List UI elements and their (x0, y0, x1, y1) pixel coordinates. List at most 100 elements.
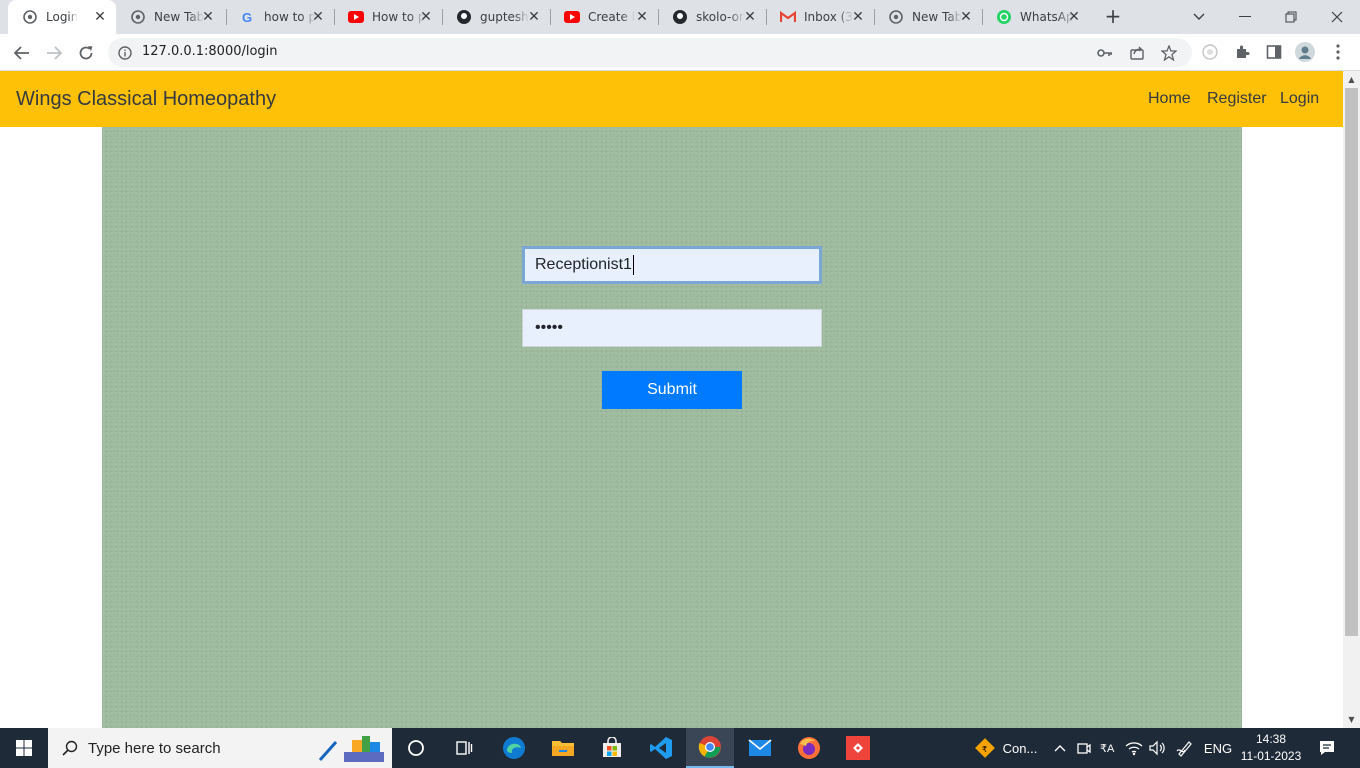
scroll-up-arrow-icon[interactable]: ▲ (1343, 71, 1360, 88)
tab-search-chevron-icon[interactable] (1176, 0, 1222, 34)
vscode-icon[interactable] (637, 728, 685, 768)
tab-new-tab-2[interactable]: New Tab ✕ (874, 0, 982, 34)
close-window-button[interactable] (1314, 0, 1360, 34)
close-icon[interactable]: ✕ (742, 9, 758, 25)
submit-button[interactable]: Submit (602, 371, 742, 409)
firefox-icon[interactable] (785, 728, 833, 768)
github-icon (672, 9, 688, 25)
tray-chevron-up-icon[interactable] (1050, 728, 1070, 768)
nav-login-link[interactable]: Login (1280, 90, 1319, 108)
share-icon[interactable] (1128, 44, 1146, 62)
notifications-icon[interactable] (1310, 728, 1344, 768)
bookmark-star-icon[interactable] (1160, 44, 1178, 62)
taskbar-search-box[interactable]: Type here to search (48, 728, 392, 768)
extensions-puzzle-icon[interactable] (1232, 42, 1252, 62)
file-explorer-icon[interactable] (539, 728, 587, 768)
edge-browser-icon[interactable] (490, 728, 538, 768)
youtube-icon (564, 9, 580, 25)
tab-github-2[interactable]: skolo-or ✕ (658, 0, 766, 34)
tab-title: New Tab (154, 10, 205, 24)
wifi-icon[interactable] (1123, 728, 1145, 768)
tab-github-1[interactable]: guptesh ✕ (442, 0, 550, 34)
url-text[interactable]: 127.0.0.1:8000/login (142, 44, 278, 59)
mail-icon[interactable] (736, 728, 784, 768)
clock-date: 11-01-2023 (1240, 749, 1302, 763)
tab-title: New Tab (912, 10, 963, 24)
nav-register-link[interactable]: Register (1207, 90, 1267, 108)
restore-button[interactable] (1268, 0, 1314, 34)
close-icon[interactable]: ✕ (526, 9, 542, 25)
youtube-icon (348, 9, 364, 25)
password-dots: ••••• (535, 319, 564, 336)
system-clock[interactable]: 14:38 11-01-2023 (1236, 731, 1306, 765)
back-arrow-icon[interactable] (9, 40, 35, 66)
site-brand[interactable]: Wings Classical Homeopathy (16, 88, 276, 111)
google-icon: G (240, 9, 256, 25)
forward-arrow-icon[interactable] (41, 40, 67, 66)
page-viewport: Wings Classical Homeopathy Home Register… (0, 71, 1343, 728)
browser-tab-strip: Login ✕ New Tab ✕ G how to p ✕ How to p … (0, 0, 1360, 34)
new-tab-button[interactable]: + (1102, 6, 1124, 28)
anydesk-icon[interactable] (834, 728, 882, 768)
key-icon[interactable] (1096, 44, 1114, 62)
close-icon[interactable]: ✕ (850, 9, 866, 25)
tab-title: Login (46, 10, 79, 24)
svg-text:G: G (242, 10, 252, 24)
tab-login[interactable]: Login ✕ (8, 0, 116, 34)
menu-kebab-icon[interactable] (1328, 42, 1348, 62)
password-input[interactable]: ••••• (522, 309, 822, 347)
github-icon (456, 9, 472, 25)
tab-youtube-2[interactable]: Create l ✕ (550, 0, 658, 34)
cortana-circle-icon[interactable] (392, 728, 440, 768)
reload-icon[interactable] (73, 40, 99, 66)
pen-workspace-icon[interactable] (1173, 728, 1197, 768)
tab-whatsapp[interactable]: WhatsAp ✕ (982, 0, 1090, 34)
tab-gmail[interactable]: Inbox (3 ✕ (766, 0, 874, 34)
text-caret (632, 255, 634, 275)
minimize-button[interactable] (1222, 0, 1268, 34)
close-icon[interactable]: ✕ (1066, 9, 1082, 25)
close-icon[interactable]: ✕ (418, 9, 434, 25)
tab-google-search[interactable]: G how to p ✕ (226, 0, 334, 34)
microsoft-store-icon[interactable] (588, 728, 636, 768)
chrome-icon (130, 9, 146, 25)
tab-title: Create l (588, 10, 636, 24)
search-icon (62, 740, 78, 756)
close-icon[interactable]: ✕ (634, 9, 650, 25)
windows-start-icon[interactable] (0, 728, 48, 768)
tab-new-tab[interactable]: New Tab ✕ (116, 0, 224, 34)
chrome-page-icon (22, 9, 38, 25)
search-placeholder: Type here to search (88, 739, 221, 757)
username-value: Receptionist1 (535, 256, 632, 273)
scroll-thumb[interactable] (1345, 88, 1358, 636)
task-view-icon[interactable] (440, 728, 488, 768)
svg-text:₹A: ₹A (1100, 743, 1115, 755)
address-bar[interactable]: 127.0.0.1:8000/login (108, 38, 1192, 67)
login-background-panel: Receptionist1 ••••• Submit (102, 127, 1242, 728)
nav-home-link[interactable]: Home (1148, 90, 1191, 108)
side-panel-icon[interactable] (1264, 42, 1284, 62)
site-info-icon[interactable] (118, 45, 132, 60)
close-icon[interactable]: ✕ (310, 9, 326, 25)
chrome-taskbar-icon[interactable] (686, 728, 734, 768)
tab-youtube-1[interactable]: How to p ✕ (334, 0, 442, 34)
whatsapp-icon (996, 9, 1012, 25)
meet-now-icon[interactable] (1074, 728, 1094, 768)
close-icon[interactable]: ✕ (958, 9, 974, 25)
tray-app-notification[interactable]: ₹ Con... (966, 728, 1046, 768)
input-indicator-icon[interactable]: ₹A (1098, 728, 1120, 768)
profile-avatar[interactable] (1295, 42, 1315, 62)
tray-app-label: Con... (1002, 740, 1038, 756)
extension-circle-icon[interactable] (1200, 42, 1220, 62)
volume-icon[interactable] (1146, 728, 1168, 768)
username-input[interactable]: Receptionist1 (522, 246, 822, 284)
browser-toolbar: 127.0.0.1:8000/login (0, 34, 1360, 71)
tab-title: how to p (264, 10, 317, 24)
close-icon[interactable]: ✕ (92, 9, 108, 25)
tab-title: Inbox (3 (804, 10, 853, 24)
language-indicator[interactable]: ENG (1200, 728, 1236, 768)
site-navbar: Wings Classical Homeopathy Home Register… (0, 71, 1343, 127)
close-icon[interactable]: ✕ (200, 9, 216, 25)
scroll-down-arrow-icon[interactable]: ▼ (1343, 711, 1360, 728)
page-scrollbar[interactable]: ▲ ▼ (1343, 71, 1360, 728)
